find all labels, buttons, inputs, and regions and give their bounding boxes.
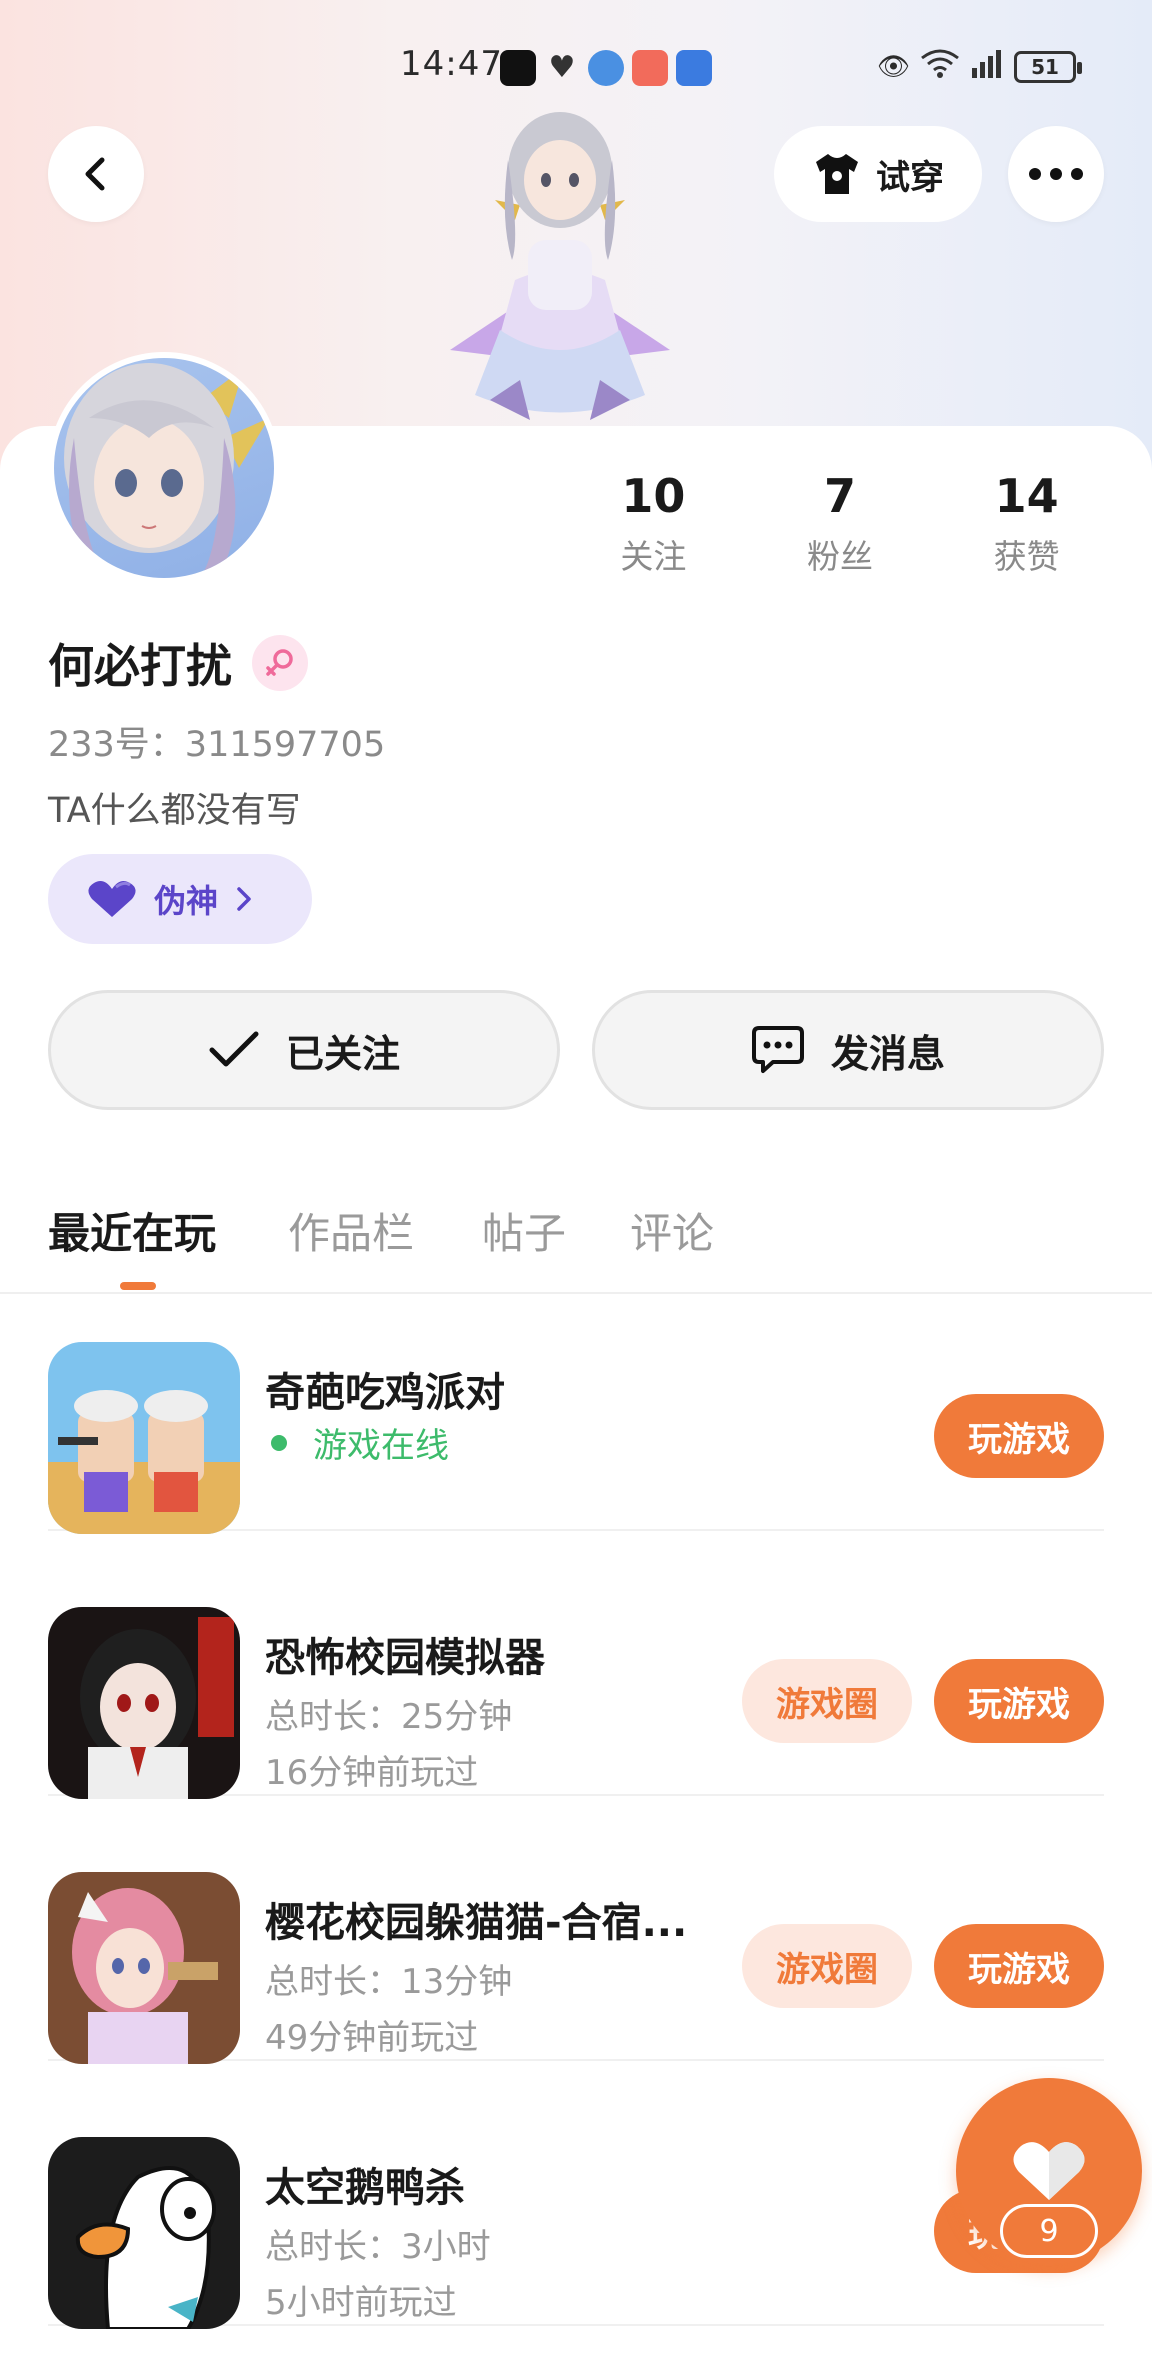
game-icon-goose-duck[interactable]: [48, 2137, 240, 2329]
app-notification-icon: [676, 50, 712, 86]
last-played: 49分钟前玩过: [265, 2018, 479, 2058]
chat-bubble-icon: [751, 1026, 804, 1073]
like-floating-button[interactable]: 9: [956, 2078, 1142, 2264]
username: 何必打扰: [48, 639, 232, 693]
followers-label: 粉丝: [807, 537, 873, 576]
following-button-label: 已关注: [285, 1031, 400, 1076]
last-played: 5小时前玩过: [265, 2283, 457, 2323]
game-row[interactable]: 樱花校园躲猫猫-合宿... 总时长：13分钟 49分钟前玩过 游戏圈 玩游戏: [48, 1796, 1104, 2064]
online-status: 游戏在线: [265, 1418, 449, 1467]
game-title: 恐怖校园模拟器: [265, 1635, 545, 1681]
identity-tag-label: 伪神: [154, 882, 219, 920]
eye-icon: 👁: [876, 51, 910, 82]
send-message-button[interactable]: 发消息: [592, 990, 1104, 1110]
wifi-icon: [920, 48, 960, 85]
game-circle-button[interactable]: 游戏圈: [742, 1924, 912, 2008]
online-dot-icon: [271, 1434, 287, 1451]
back-button[interactable]: [48, 126, 144, 222]
play-game-button[interactable]: 玩游戏: [934, 1924, 1104, 2008]
game-row[interactable]: 恐怖校园模拟器 总时长：25分钟 16分钟前玩过 游戏圈 玩游戏: [48, 1531, 1104, 1799]
mail-icon: [632, 50, 668, 86]
play-duration: 总时长：3小时: [265, 2227, 491, 2267]
online-status-label: 游戏在线: [313, 1426, 449, 1466]
game-icon-horror-school[interactable]: [48, 1607, 240, 1799]
following-count: 10: [621, 469, 686, 523]
game-title: 樱花校园躲猫猫-合宿...: [265, 1900, 688, 1946]
game-circle-button[interactable]: 游戏圈: [742, 1659, 912, 1743]
tab-works[interactable]: 作品栏: [288, 1200, 414, 1261]
avatar-image: [54, 358, 274, 578]
username-row: 何必打扰: [48, 630, 308, 696]
female-gender-icon: [252, 635, 308, 691]
last-played: 16分钟前玩过: [265, 1753, 479, 1793]
game-title: 奇葩吃鸡派对: [265, 1370, 505, 1416]
profile-stats: 10 关注 7 粉丝 14 获赞: [560, 466, 1120, 578]
likes-count: 14: [994, 469, 1059, 523]
system-icons: 👁 51: [876, 48, 1082, 85]
followers-count: 7: [824, 469, 857, 523]
game-row[interactable]: 奇葩吃鸡派对 游戏在线 玩游戏: [48, 1266, 1104, 1534]
more-dots-icon: [1029, 168, 1083, 180]
game-icon-party[interactable]: [48, 1342, 240, 1534]
try-on-label: 试穿: [876, 157, 944, 198]
account-id: 233号：311597705: [48, 725, 386, 765]
tab-recently-played[interactable]: 最近在玩: [48, 1200, 216, 1261]
play-game-button[interactable]: 玩游戏: [934, 1659, 1104, 1743]
status-bar: 14:47 ♥ 👁 51: [0, 40, 1152, 92]
likes-label: 获赞: [993, 537, 1060, 576]
more-button[interactable]: [1008, 126, 1104, 222]
notification-icons: ♥: [500, 50, 712, 86]
heart-icon: [1013, 2142, 1085, 2200]
bio: TA什么都没有写: [48, 791, 301, 831]
heart-shield-icon: ♥: [548, 50, 576, 85]
signal-icon: [970, 48, 1004, 85]
avatar-character-figure[interactable]: [420, 100, 700, 430]
tab-posts[interactable]: 帖子: [482, 1200, 566, 1261]
tab-comments[interactable]: 评论: [630, 1200, 714, 1261]
send-message-label: 发消息: [830, 1031, 945, 1076]
identity-tag[interactable]: 伪神: [48, 854, 312, 944]
game-title: 太空鹅鸭杀: [265, 2165, 465, 2211]
likes-stat[interactable]: 14 获赞: [933, 466, 1120, 578]
tiktok-icon: [500, 50, 536, 86]
play-game-button[interactable]: 玩游戏: [934, 1394, 1104, 1478]
game-row[interactable]: 太空鹅鸭杀 总时长：3小时 5小时前玩过 玩游戏: [48, 2061, 1104, 2329]
game-icon-sakura-school[interactable]: [48, 1872, 240, 2064]
heart-icon: [88, 881, 136, 917]
play-duration: 总时长：13分钟: [265, 1962, 513, 2002]
following-button[interactable]: 已关注: [48, 990, 560, 1110]
play-duration: 总时长：25分钟: [265, 1697, 513, 1737]
like-count-badge: 9: [1000, 2204, 1098, 2258]
avatar[interactable]: [48, 352, 280, 584]
chevron-left-icon: [85, 157, 105, 191]
try-on-button[interactable]: 试穿: [774, 126, 982, 222]
tshirt-icon: [816, 154, 858, 194]
following-stat[interactable]: 10 关注: [560, 466, 747, 578]
followers-stat[interactable]: 7 粉丝: [747, 466, 934, 578]
chevron-right-icon: [237, 887, 251, 911]
browser-icon: [588, 50, 624, 86]
following-label: 关注: [620, 537, 687, 576]
checkmark-icon: [209, 1031, 259, 1067]
battery-icon: 51: [1014, 50, 1082, 83]
status-time: 14:47: [400, 44, 503, 84]
